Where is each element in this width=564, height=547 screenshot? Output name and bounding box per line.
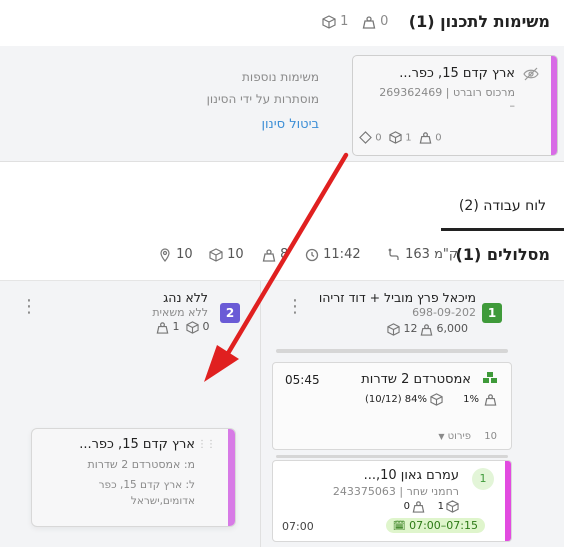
- clock-icon: [305, 248, 319, 262]
- tab-work-board[interactable]: לוח עבודה (2): [441, 196, 564, 230]
- driver-1-boxes: 12: [387, 322, 418, 336]
- dragged-card-from: מ: אמסטרדם 2 שדרות: [87, 458, 195, 471]
- drag-handle-icon[interactable]: ⋮⋮: [197, 439, 216, 450]
- routes-boxes-value: 10: [227, 247, 244, 262]
- cancel-filter-link[interactable]: ביטול סינון: [169, 117, 319, 132]
- card-dash: –: [509, 99, 516, 112]
- planning-boxes-stat: 1: [322, 14, 348, 29]
- planning-boxes-value: 1: [340, 14, 349, 29]
- weight-icon: [420, 323, 433, 336]
- routes-duration: 11:42: [305, 247, 361, 262]
- planning-weight-stat: 0: [362, 14, 388, 29]
- box-icon: [387, 322, 400, 336]
- card-weight: 0: [435, 132, 442, 144]
- driver-1-weight-value: 6,000: [436, 322, 469, 335]
- routes-distance-value: 163 ק"מ: [405, 247, 459, 262]
- box-icon: [389, 131, 402, 144]
- hidden-tasks-line1: משימות נוספות: [242, 70, 319, 84]
- weight-icon: [156, 321, 169, 334]
- route-separator: [276, 455, 508, 458]
- stop-boxes: 1: [437, 501, 444, 512]
- stop-eta: 07:00: [282, 520, 314, 533]
- route-name: אמסטרדם 2 שדרות: [361, 372, 471, 387]
- driver-2-boxes-value: 1: [172, 320, 180, 333]
- planning-task-card[interactable]: ארץ קדם 15, כפר... מרכוס רוברט | 2693624…: [352, 55, 558, 156]
- weight-icon: [412, 500, 425, 513]
- dragged-card-to-line1: ל: ארץ קדם 15, כפר: [98, 479, 195, 491]
- weight-icon: [419, 131, 432, 144]
- box-icon: [186, 320, 199, 334]
- weight-icon: [484, 393, 497, 406]
- route-weight-pct: 1%: [463, 394, 479, 405]
- stop-accent: [505, 461, 511, 541]
- routes-weight: 8: [262, 247, 288, 262]
- card-customer: מרכוס רוברט | 269362469: [379, 86, 515, 99]
- dragged-task-card[interactable]: ⋮⋮ ארץ קדם 15, כפר... מ: אמסטרדם 2 שדרות…: [31, 428, 236, 527]
- hidden-tasks-line2: מוסתרות על ידי הסינון: [206, 92, 319, 106]
- driver-2-weight: 0: [186, 320, 210, 334]
- driver-1-boxes-value: 12: [403, 322, 418, 335]
- routes-boxes: 10: [209, 247, 244, 262]
- weight-icon: [362, 15, 376, 29]
- card-boxes: 1: [405, 132, 412, 144]
- routes-distance: 163 ק"מ: [387, 247, 458, 262]
- planning-weight-value: 0: [380, 14, 389, 29]
- stop-time-window-value: 07:00–07:15: [409, 519, 478, 532]
- calendar-icon: 🗓: [392, 521, 406, 532]
- stop-weight: 0: [403, 501, 410, 512]
- driver-2-badge: 2: [220, 303, 240, 323]
- route-details-label: פירוט: [447, 431, 471, 442]
- route-capacity: (10/12) 84%: [364, 394, 427, 405]
- route-icon: [387, 248, 401, 262]
- dragged-card-to-line2: אדומים,ישראל: [130, 495, 195, 507]
- planning-title: משימות לתכנון (1): [408, 12, 550, 31]
- diamond-icon: [359, 131, 372, 144]
- dragged-card-accent: [228, 429, 235, 526]
- routes-duration-value: 11:42: [323, 247, 361, 262]
- card-diamonds: 0: [375, 132, 382, 144]
- box-icon: [430, 393, 443, 406]
- route-details-count: 10: [484, 431, 497, 442]
- route-details-toggle[interactable]: פירוט ▼: [438, 431, 471, 442]
- stop-card[interactable]: 1 עמרם גאון 10,... רחמני שחר | 243375063…: [272, 460, 512, 542]
- driver-1-menu-button[interactable]: ⋮: [286, 298, 304, 316]
- stop-number: 1: [472, 468, 494, 490]
- route-card[interactable]: אמסטרדם 2 שדרות 05:45 1% (10/12) 84% 10 …: [272, 362, 512, 450]
- driver-1-name: מיכאל פרץ מוביל + דוד זריהו: [318, 290, 476, 305]
- driver-2-boxes: 1: [156, 320, 180, 334]
- warehouse-icon: [483, 372, 497, 384]
- dragged-card-address: ארץ קדם 15, כפר...: [79, 437, 195, 452]
- column-divider: [260, 281, 261, 547]
- driver-2-menu-button[interactable]: ⋮: [20, 298, 38, 316]
- stop-time-window: 🗓 07:00–07:15: [385, 518, 485, 533]
- card-address: ארץ קדם 15, כפר...: [399, 66, 515, 81]
- eye-slash-icon[interactable]: [523, 67, 539, 81]
- stop-address: עמרם גאון 10,...: [363, 468, 459, 483]
- driver-2-name: ללא נהג: [163, 290, 208, 305]
- route-time: 05:45: [285, 373, 320, 387]
- driver-1-badge: 1: [482, 303, 502, 323]
- routes-weight-value: 8: [280, 247, 289, 262]
- location-pin-icon: [158, 247, 172, 262]
- weight-icon: [262, 248, 276, 262]
- box-icon: [322, 14, 336, 29]
- routes-stops: 10: [158, 247, 193, 262]
- card-stats: 0: [419, 131, 442, 144]
- driver-2-weight-value: 0: [202, 320, 210, 333]
- tab-underline: [441, 228, 564, 231]
- routes-stops-value: 10: [176, 247, 193, 262]
- driver-1-phone: 698-09-202: [412, 306, 476, 319]
- chevron-down-icon: ▼: [438, 432, 445, 441]
- routes-title: מסלולים (1): [455, 245, 551, 264]
- card-accent: [551, 56, 557, 155]
- box-icon: [446, 500, 459, 513]
- section-divider: [0, 161, 564, 183]
- card-boxes-stat: 1: [389, 131, 412, 144]
- route-progress-track: [276, 349, 508, 353]
- driver-2-vehicle: ללא משאית: [152, 306, 208, 319]
- card-diamond-stat: 0: [359, 131, 382, 144]
- driver-1-weight: 6,000: [420, 322, 468, 336]
- box-icon: [209, 247, 223, 262]
- stop-customer: רחמני שחר | 243375063: [332, 485, 459, 498]
